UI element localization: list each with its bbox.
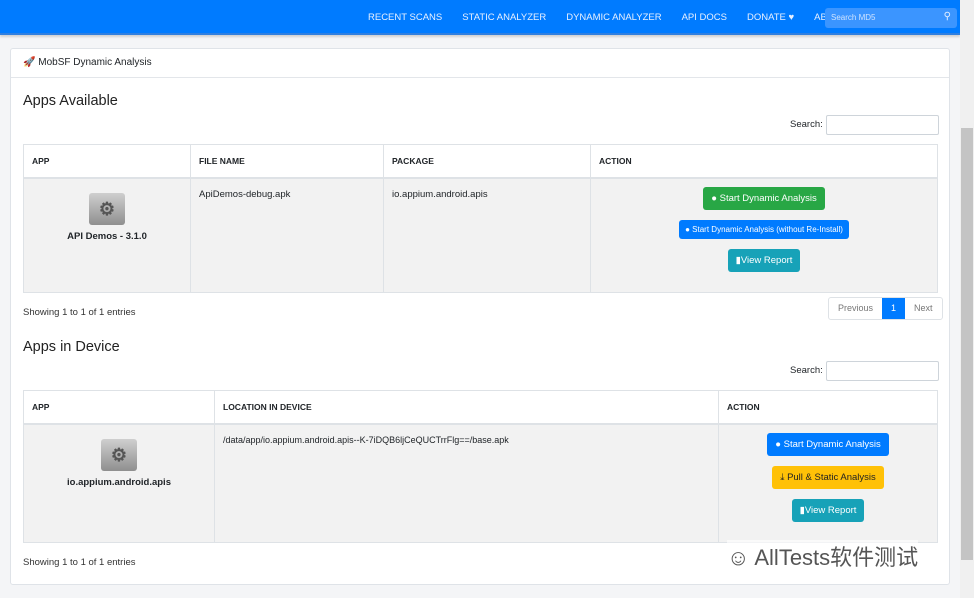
- nav-donate[interactable]: DONATE ♥: [737, 12, 804, 23]
- watermark-text: AllTests软件测试: [754, 545, 919, 570]
- button-label: View Report: [740, 254, 793, 266]
- search-label: Search:: [790, 119, 823, 130]
- apps-available-table: APP FILE NAME PACKAGE ACTION ⚙ API Demos - 3…: [23, 144, 938, 293]
- pull-static-analysis-button[interactable]: ⤓ Pull & Static Analysis: [772, 465, 884, 489]
- app-name: API Demos - 3.1.0: [67, 230, 147, 242]
- device-location: /data/app/io.appium.android.apis--K-7iDQ…: [214, 423, 719, 543]
- entries-info: Showing 1 to 1 of 1 entries: [23, 557, 136, 568]
- table-row: ⚙ io.appium.android.apis /data/app/io.app…: [23, 423, 938, 543]
- watermark: ☺ AllTests软件测试: [727, 540, 919, 572]
- nav-static-analyzer[interactable]: STATIC ANALYZER: [452, 12, 556, 23]
- search-placeholder: Search MD5: [831, 13, 876, 22]
- android-icon: ●: [685, 224, 690, 234]
- col-action[interactable]: ACTION: [590, 144, 938, 179]
- search-label: Search:: [790, 365, 823, 376]
- col-app[interactable]: APP: [23, 390, 215, 425]
- col-package[interactable]: PACKAGE: [383, 144, 591, 179]
- entries-info: Showing 1 to 1 of 1 entries: [23, 307, 136, 318]
- apps-in-device-heading: Apps in Device: [23, 339, 120, 355]
- navbar: RECENT SCANS STATIC ANALYZER DYNAMIC ANA…: [0, 0, 960, 35]
- next-page[interactable]: Next: [905, 298, 942, 319]
- apps-in-device-search-input[interactable]: [826, 361, 939, 381]
- start-dynamic-analysis-no-reinstall-button[interactable]: ● Start Dynamic Analysis (without Re-Ins…: [679, 219, 849, 239]
- nav-api-docs[interactable]: API DOCS: [672, 12, 737, 23]
- search-icon[interactable]: ⚲: [944, 11, 951, 22]
- pagination: Previous 1 Next: [828, 297, 943, 320]
- col-location[interactable]: LOCATION IN DEVICE: [214, 390, 719, 425]
- page-1[interactable]: 1: [882, 298, 906, 319]
- search-md5-input[interactable]: Search MD5 ⚲: [825, 8, 957, 28]
- view-report-button[interactable]: ▮View Report: [727, 248, 801, 272]
- package-name: io.appium.android.apis: [383, 177, 591, 293]
- app-folder-icon: ⚙: [101, 438, 137, 471]
- apps-available-heading: Apps Available: [23, 93, 118, 109]
- file-name: ApiDemos-debug.apk: [190, 177, 384, 293]
- button-label: Pull & Static Analysis: [787, 471, 876, 483]
- button-label: View Report: [804, 504, 857, 516]
- button-label: Start Dynamic Analysis: [783, 438, 881, 450]
- dynamic-analysis-card: 🚀 MobSF Dynamic Analysis Apps Available …: [10, 48, 950, 585]
- view-report-button[interactable]: ▮View Report: [791, 498, 865, 522]
- previous-page[interactable]: Previous: [829, 298, 882, 319]
- button-label: Start Dynamic Analysis: [719, 192, 817, 204]
- app-folder-icon: ⚙: [89, 192, 125, 225]
- android-icon: ●: [775, 438, 781, 450]
- col-action[interactable]: ACTION: [718, 390, 938, 425]
- nav-recent-scans[interactable]: RECENT SCANS: [358, 12, 452, 23]
- table-row: ⚙ API Demos - 3.1.0 ApiDemos-debug.apk io…: [23, 177, 938, 293]
- download-icon: ⤓: [780, 471, 785, 483]
- button-label: Start Dynamic Analysis (without Re-Insta…: [692, 224, 843, 234]
- apps-available-search-input[interactable]: [826, 115, 939, 135]
- start-dynamic-analysis-button[interactable]: ● Start Dynamic Analysis: [703, 186, 825, 210]
- card-title: MobSF Dynamic Analysis: [38, 57, 152, 68]
- scrollbar-thumb[interactable]: [961, 128, 973, 560]
- nav-dynamic-analyzer[interactable]: DYNAMIC ANALYZER: [556, 12, 671, 23]
- col-app[interactable]: APP: [23, 144, 191, 179]
- wechat-icon: ☺: [727, 545, 750, 570]
- start-dynamic-analysis-button[interactable]: ● Start Dynamic Analysis: [767, 432, 889, 456]
- rocket-icon: 🚀: [23, 57, 36, 68]
- app-name: io.appium.android.apis: [67, 476, 171, 488]
- android-icon: ●: [711, 192, 717, 204]
- col-file-name[interactable]: FILE NAME: [190, 144, 384, 179]
- apps-in-device-table: APP LOCATION IN DEVICE ACTION ⚙ io.appium.a…: [23, 390, 938, 543]
